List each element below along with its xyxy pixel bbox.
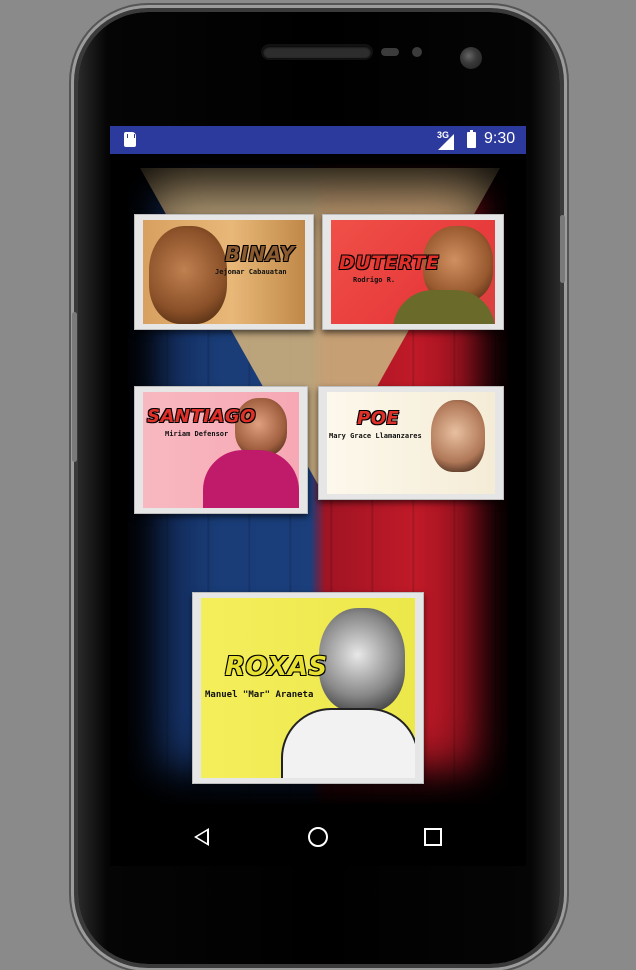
candidate-shirt [281, 708, 415, 778]
status-time: 9:30 [484, 130, 516, 147]
candidate-card-santiago[interactable]: SANTIAGO Miriam Defensor [134, 386, 308, 514]
card-image: BINAY Jejomar Cabauatan [143, 220, 305, 324]
candidate-fullname: Jejomar Cabauatan [215, 268, 287, 276]
light-sensor [412, 47, 422, 57]
card-image: POE Mary Grace Llamanzares [327, 392, 495, 494]
battery-icon [467, 130, 476, 148]
candidate-name: BINAY [225, 242, 295, 266]
candidate-name: SANTIAGO [147, 406, 256, 427]
candidate-name: ROXAS [225, 652, 328, 682]
front-camera [460, 47, 482, 69]
card-image: DUTERTE Rodrigo R. [331, 220, 495, 324]
sd-card-icon [124, 132, 136, 147]
candidate-fullname: Mary Grace Llamanzares [329, 432, 422, 440]
candidate-fullname: Manuel "Mar" Araneta [205, 690, 314, 700]
back-icon[interactable] [194, 828, 209, 846]
candidate-portrait [319, 608, 405, 712]
candidate-name: POE [357, 408, 400, 429]
recents-icon[interactable] [424, 828, 442, 846]
candidate-portrait [431, 400, 485, 472]
card-image: SANTIAGO Miriam Defensor [143, 392, 299, 508]
candidate-card-roxas[interactable]: ROXAS Manuel "Mar" Araneta [192, 592, 424, 784]
candidate-name: DUTERTE [339, 252, 440, 274]
proximity-sensor [381, 48, 399, 56]
candidate-card-binay[interactable]: BINAY Jejomar Cabauatan [134, 214, 314, 330]
status-bar: 3G 9:30 [110, 126, 526, 154]
card-image: ROXAS Manuel "Mar" Araneta [201, 598, 415, 778]
candidate-card-duterte[interactable]: DUTERTE Rodrigo R. [322, 214, 504, 330]
candidate-card-poe[interactable]: POE Mary Grace Llamanzares [318, 386, 504, 500]
home-icon[interactable] [308, 827, 328, 847]
volume-button[interactable] [72, 312, 77, 462]
navigation-bar [110, 808, 526, 866]
app-content: BINAY Jejomar Cabauatan DUTERTE Rodrigo … [110, 154, 526, 808]
candidate-fullname: Rodrigo R. [353, 276, 396, 284]
power-button[interactable] [560, 215, 565, 283]
candidate-jacket [203, 450, 299, 508]
candidate-fullname: Miriam Defensor [165, 430, 229, 438]
signal-icon [438, 134, 454, 150]
earpiece-speaker [263, 46, 371, 58]
screen: 3G 9:30 BINAY Jejomar Cabauatan DUTERTE … [110, 126, 526, 866]
